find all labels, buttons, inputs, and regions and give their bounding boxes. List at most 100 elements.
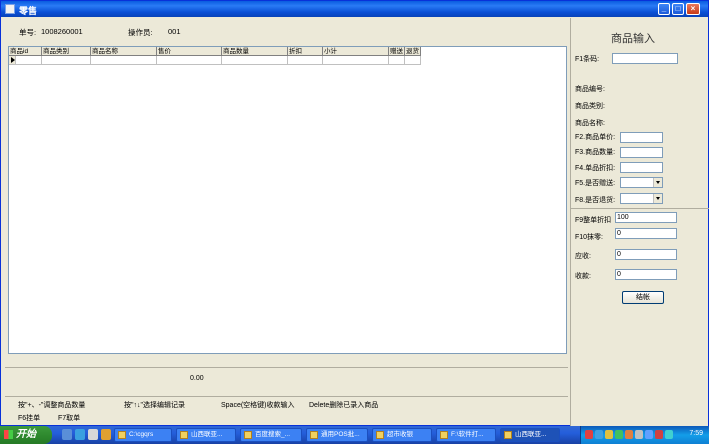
task-label: C:\cgqrs xyxy=(129,431,154,438)
close-button[interactable]: × xyxy=(686,3,700,15)
cell[interactable] xyxy=(16,56,42,65)
show-desktop-icon[interactable] xyxy=(62,429,72,440)
received-input[interactable]: 0 xyxy=(615,269,677,280)
task-label: 山西联亚... xyxy=(191,431,223,438)
taskbar-item[interactable]: 超市收银 xyxy=(372,428,432,442)
order-number-label: 单号: xyxy=(19,28,37,37)
quantity-label: F3.商品数量: xyxy=(575,149,616,156)
folder-icon xyxy=(118,431,126,439)
hint-hold-order: F6挂单 xyxy=(18,415,41,422)
hint-delete-item: Delete删除已录入商品 xyxy=(309,402,379,409)
tray-icon[interactable] xyxy=(635,430,643,439)
total-amount: 0.00 xyxy=(190,375,204,382)
gift-select[interactable] xyxy=(620,177,663,188)
minimize-button[interactable]: _ xyxy=(658,3,670,15)
cell[interactable] xyxy=(42,56,91,65)
tray-icon[interactable] xyxy=(605,430,613,439)
tray-icon[interactable] xyxy=(625,430,633,439)
cell[interactable] xyxy=(405,56,421,65)
item-number-label: 商品编号: xyxy=(575,86,605,93)
task-label: 超市收银 xyxy=(387,431,413,438)
taskbar-item[interactable]: 百度搜索_... xyxy=(240,428,302,442)
col-item-id[interactable]: 商品id xyxy=(9,47,42,56)
divider xyxy=(5,367,568,368)
start-label: 开始 xyxy=(16,429,36,440)
table-row[interactable] xyxy=(9,56,421,65)
tray-icon[interactable] xyxy=(655,430,663,439)
ie-icon[interactable] xyxy=(75,429,85,440)
chevron-down-icon[interactable] xyxy=(653,194,662,203)
checkout-button[interactable]: 结帐 xyxy=(622,291,664,304)
window-icon xyxy=(180,431,188,439)
document-icon xyxy=(376,431,384,439)
cell[interactable] xyxy=(222,56,288,65)
chevron-down-icon[interactable] xyxy=(653,178,662,187)
tray-icon[interactable] xyxy=(585,430,593,439)
col-subtotal[interactable]: 小计 xyxy=(323,47,389,56)
browser-icon xyxy=(244,431,252,439)
item-discount-input[interactable] xyxy=(620,162,663,173)
quick-launch-icon[interactable] xyxy=(101,429,111,440)
window-title: 零售 xyxy=(19,6,38,16)
title-bar[interactable]: 零售 _ □ × xyxy=(1,1,708,17)
maximize-button[interactable]: □ xyxy=(672,3,684,15)
current-row-arrow-icon xyxy=(11,57,15,63)
col-gift[interactable]: 赠送 xyxy=(389,47,405,56)
task-label: 百度搜索_... xyxy=(255,431,291,438)
divider xyxy=(5,396,568,397)
sales-grid[interactable]: 商品id 商品类别 商品名称 售价 商品数量 折扣 小计 赠送 退货 xyxy=(8,46,567,354)
divider xyxy=(571,208,709,209)
task-label: F:\软件打... xyxy=(451,431,484,438)
row-indicator xyxy=(9,56,16,65)
cell[interactable] xyxy=(288,56,323,65)
taskbar-item[interactable]: 通用POS批... xyxy=(306,428,368,442)
media-player-icon[interactable] xyxy=(88,429,98,440)
order-number-value: 1008260001 xyxy=(41,27,83,36)
return-label: F8.是否退货: xyxy=(575,197,616,204)
taskbar: 开始 C:\cgqrs 山西联亚... 百度搜索_... 通用POS批... 超… xyxy=(0,426,709,444)
order-discount-input[interactable]: 100 xyxy=(615,212,677,223)
col-name[interactable]: 商品名称 xyxy=(91,47,157,56)
quantity-input[interactable] xyxy=(620,147,663,158)
app-window: 零售 _ □ × 单号: 1008260001 操作员: 001 商品id 商品… xyxy=(0,0,709,426)
task-label: 通用POS批... xyxy=(321,431,360,438)
taskbar-item[interactable]: 山西联亚... xyxy=(176,428,236,442)
folder-icon xyxy=(440,431,448,439)
clock[interactable]: 7:59 xyxy=(689,430,703,437)
tray-icon[interactable] xyxy=(615,430,623,439)
col-quantity[interactable]: 商品数量 xyxy=(222,47,288,56)
volume-icon[interactable] xyxy=(645,430,653,439)
system-tray: 7:59 xyxy=(580,426,709,444)
cell[interactable] xyxy=(389,56,405,65)
app-icon xyxy=(5,4,15,14)
receivable-input[interactable]: 0 xyxy=(615,249,677,260)
taskbar-item[interactable]: C:\cgqrs xyxy=(114,428,172,442)
hint-select-record: 按"↑↓"选择编辑记录 xyxy=(124,402,185,409)
col-price[interactable]: 售价 xyxy=(157,47,222,56)
col-category[interactable]: 商品类别 xyxy=(42,47,91,56)
unit-price-label: F2.商品单价: xyxy=(575,134,616,141)
col-discount[interactable]: 折扣 xyxy=(288,47,323,56)
cell[interactable] xyxy=(323,56,389,65)
document-icon xyxy=(310,431,318,439)
rounding-input[interactable]: 0 xyxy=(615,228,677,239)
unit-price-input[interactable] xyxy=(620,132,663,143)
cell[interactable] xyxy=(157,56,222,65)
col-return[interactable]: 退货 xyxy=(405,47,421,56)
start-button[interactable]: 开始 xyxy=(0,426,52,444)
cell[interactable] xyxy=(91,56,157,65)
grid-header: 商品id 商品类别 商品名称 售价 商品数量 折扣 小计 赠送 退货 xyxy=(9,47,421,56)
panel-title: 商品输入 xyxy=(611,33,655,45)
tray-icon[interactable] xyxy=(595,430,603,439)
order-discount-label: F9整单折扣 xyxy=(575,217,612,224)
window-icon xyxy=(504,431,512,439)
rounding-label: F10抹零: xyxy=(575,234,604,241)
item-input-panel: 商品输入 F1条码: 商品编号: 商品类别: 商品名称: F2.商品单价: F3… xyxy=(570,18,709,426)
return-select[interactable] xyxy=(620,193,663,204)
network-icon[interactable] xyxy=(665,430,673,439)
taskbar-item-active[interactable]: 山西联亚... xyxy=(500,428,560,442)
item-discount-label: F4.单品折扣: xyxy=(575,165,616,172)
barcode-input[interactable] xyxy=(612,53,678,64)
gift-label: F5.是否赠送: xyxy=(575,180,616,187)
taskbar-item[interactable]: F:\软件打... xyxy=(436,428,496,442)
